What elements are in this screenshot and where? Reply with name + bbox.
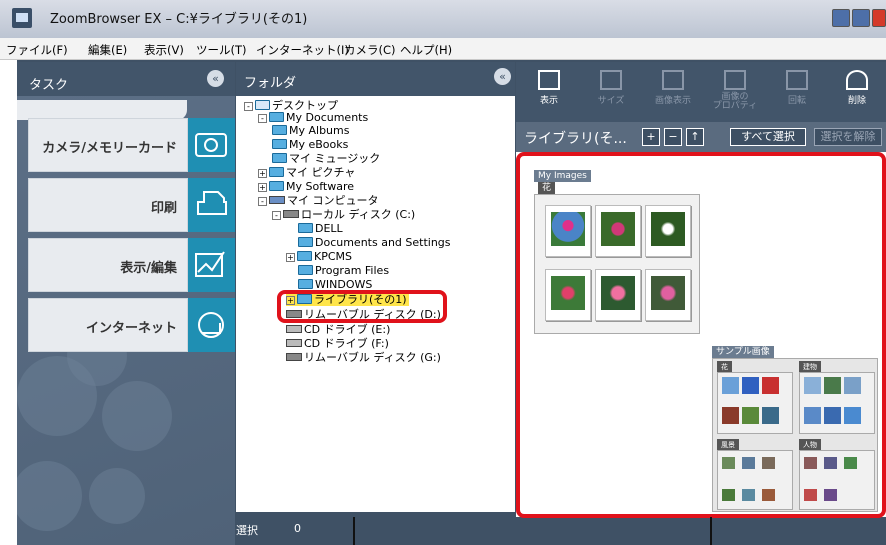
callout-pointer xyxy=(353,517,355,545)
properties-button[interactable]: 画像の プロパティ xyxy=(710,70,760,111)
maximize-button[interactable] xyxy=(852,9,870,27)
task-internet-label: インターネット xyxy=(85,321,177,336)
globe-icon[interactable] xyxy=(188,298,235,352)
task-camera-label: カメラ/メモリーカード xyxy=(42,141,177,156)
task-collapse-button[interactable]: « xyxy=(207,70,224,87)
task-view-edit-button[interactable]: 表示/編集 xyxy=(28,238,188,292)
view-button[interactable]: 表示 xyxy=(524,70,574,106)
image-icon xyxy=(662,70,684,90)
trash-icon xyxy=(846,70,868,90)
folder-collapse-button[interactable]: « xyxy=(494,68,511,85)
image-view-button[interactable]: 画像表示 xyxy=(648,70,698,106)
task-print-label: 印刷 xyxy=(150,201,177,216)
window-title: ZoomBrowser EX – C:¥ライブラリ(その1) xyxy=(50,12,308,27)
tree-item[interactable]: My Albums xyxy=(272,125,349,137)
tree-item[interactable]: - ローカル ディスク (C:) xyxy=(272,209,415,221)
select-all-button[interactable]: すべて選択 xyxy=(730,128,806,146)
printer-icon[interactable] xyxy=(188,178,235,232)
toolbar: 表示 サイズ 画像表示 画像の プロパティ 回転 削除 xyxy=(516,62,886,122)
status-label: 選択 xyxy=(236,524,258,537)
tree-item[interactable]: Program Files xyxy=(298,265,389,277)
title-bar: ZoomBrowser EX – C:¥ライブラリ(その1) xyxy=(0,0,886,38)
task-camera-button[interactable]: カメラ/メモリーカード xyxy=(28,118,188,172)
path-bar: ライブラリ(そ... + − ↑ すべて選択 選択を解除 xyxy=(516,122,886,152)
up-folder-icon[interactable]: ↑ xyxy=(686,128,704,146)
task-panel-header: タスク xyxy=(17,62,235,96)
zoom-in-icon[interactable]: + xyxy=(642,128,660,146)
task-panel-top-strip xyxy=(17,100,187,120)
status-count: 0 xyxy=(294,522,301,535)
task-print-button[interactable]: 印刷 xyxy=(28,178,188,232)
view-icon xyxy=(538,70,560,90)
menu-tools[interactable]: ツール(T) xyxy=(196,42,247,58)
tree-item[interactable]: + My Software xyxy=(258,181,354,193)
rotate-icon xyxy=(786,70,808,90)
tree-highlight-box xyxy=(277,290,447,323)
status-bar: 選択 0 xyxy=(236,512,515,545)
folder-panel-title: フォルダ xyxy=(244,76,297,91)
menu-edit[interactable]: 編集(E) xyxy=(88,42,127,58)
tree-item[interactable]: - マイ コンピュータ xyxy=(258,195,379,207)
delete-button[interactable]: 削除 xyxy=(832,70,882,106)
size-icon xyxy=(600,70,622,90)
task-view-edit-label: 表示/編集 xyxy=(120,261,177,276)
tree-item[interactable]: マイ ミュージック xyxy=(272,153,380,165)
menu-internet[interactable]: インターネット(I) xyxy=(256,42,349,58)
callout-pointer xyxy=(710,517,712,545)
task-panel-title: タスク xyxy=(29,78,69,93)
menu-file[interactable]: ファイル(F) xyxy=(6,42,68,58)
tree-item[interactable]: + マイ ピクチャ xyxy=(258,167,355,179)
size-button[interactable]: サイズ xyxy=(586,70,636,106)
rotate-button[interactable]: 回転 xyxy=(772,70,822,106)
task-internet-button[interactable]: インターネット xyxy=(28,298,188,352)
tree-item[interactable]: リムーバブル ディスク (G:) xyxy=(286,352,441,364)
gallery-highlight-box xyxy=(516,152,886,518)
tree-item[interactable]: + KPCMS xyxy=(286,251,352,263)
menu-help[interactable]: ヘルプ(H) xyxy=(400,42,452,58)
zoom-out-icon[interactable]: − xyxy=(664,128,682,146)
menu-view[interactable]: 表示(V) xyxy=(144,42,184,58)
menu-bar: ファイル(F) 編集(E) 表示(V) ツール(T) インターネット(I) カメ… xyxy=(0,38,886,60)
properties-icon xyxy=(724,70,746,90)
minimize-button[interactable] xyxy=(832,9,850,27)
tree-item[interactable]: CD ドライブ (E:) xyxy=(286,324,390,336)
tree-item[interactable]: - My Documents xyxy=(258,112,368,124)
camera-icon[interactable] xyxy=(188,118,235,172)
tree-item[interactable]: DELL xyxy=(298,223,343,235)
folder-panel-header: フォルダ xyxy=(236,62,515,96)
current-path: ライブラリ(そ... xyxy=(524,131,627,147)
tree-item[interactable]: CD ドライブ (F:) xyxy=(286,338,389,350)
close-button[interactable] xyxy=(872,9,886,27)
tree-item[interactable]: My eBooks xyxy=(272,139,348,151)
menu-camera[interactable]: カメラ(C) xyxy=(344,42,396,58)
app-icon xyxy=(12,8,32,28)
image-edit-icon[interactable] xyxy=(188,238,235,292)
deselect-button[interactable]: 選択を解除 xyxy=(814,128,882,146)
tree-item[interactable]: Documents and Settings xyxy=(298,237,451,249)
